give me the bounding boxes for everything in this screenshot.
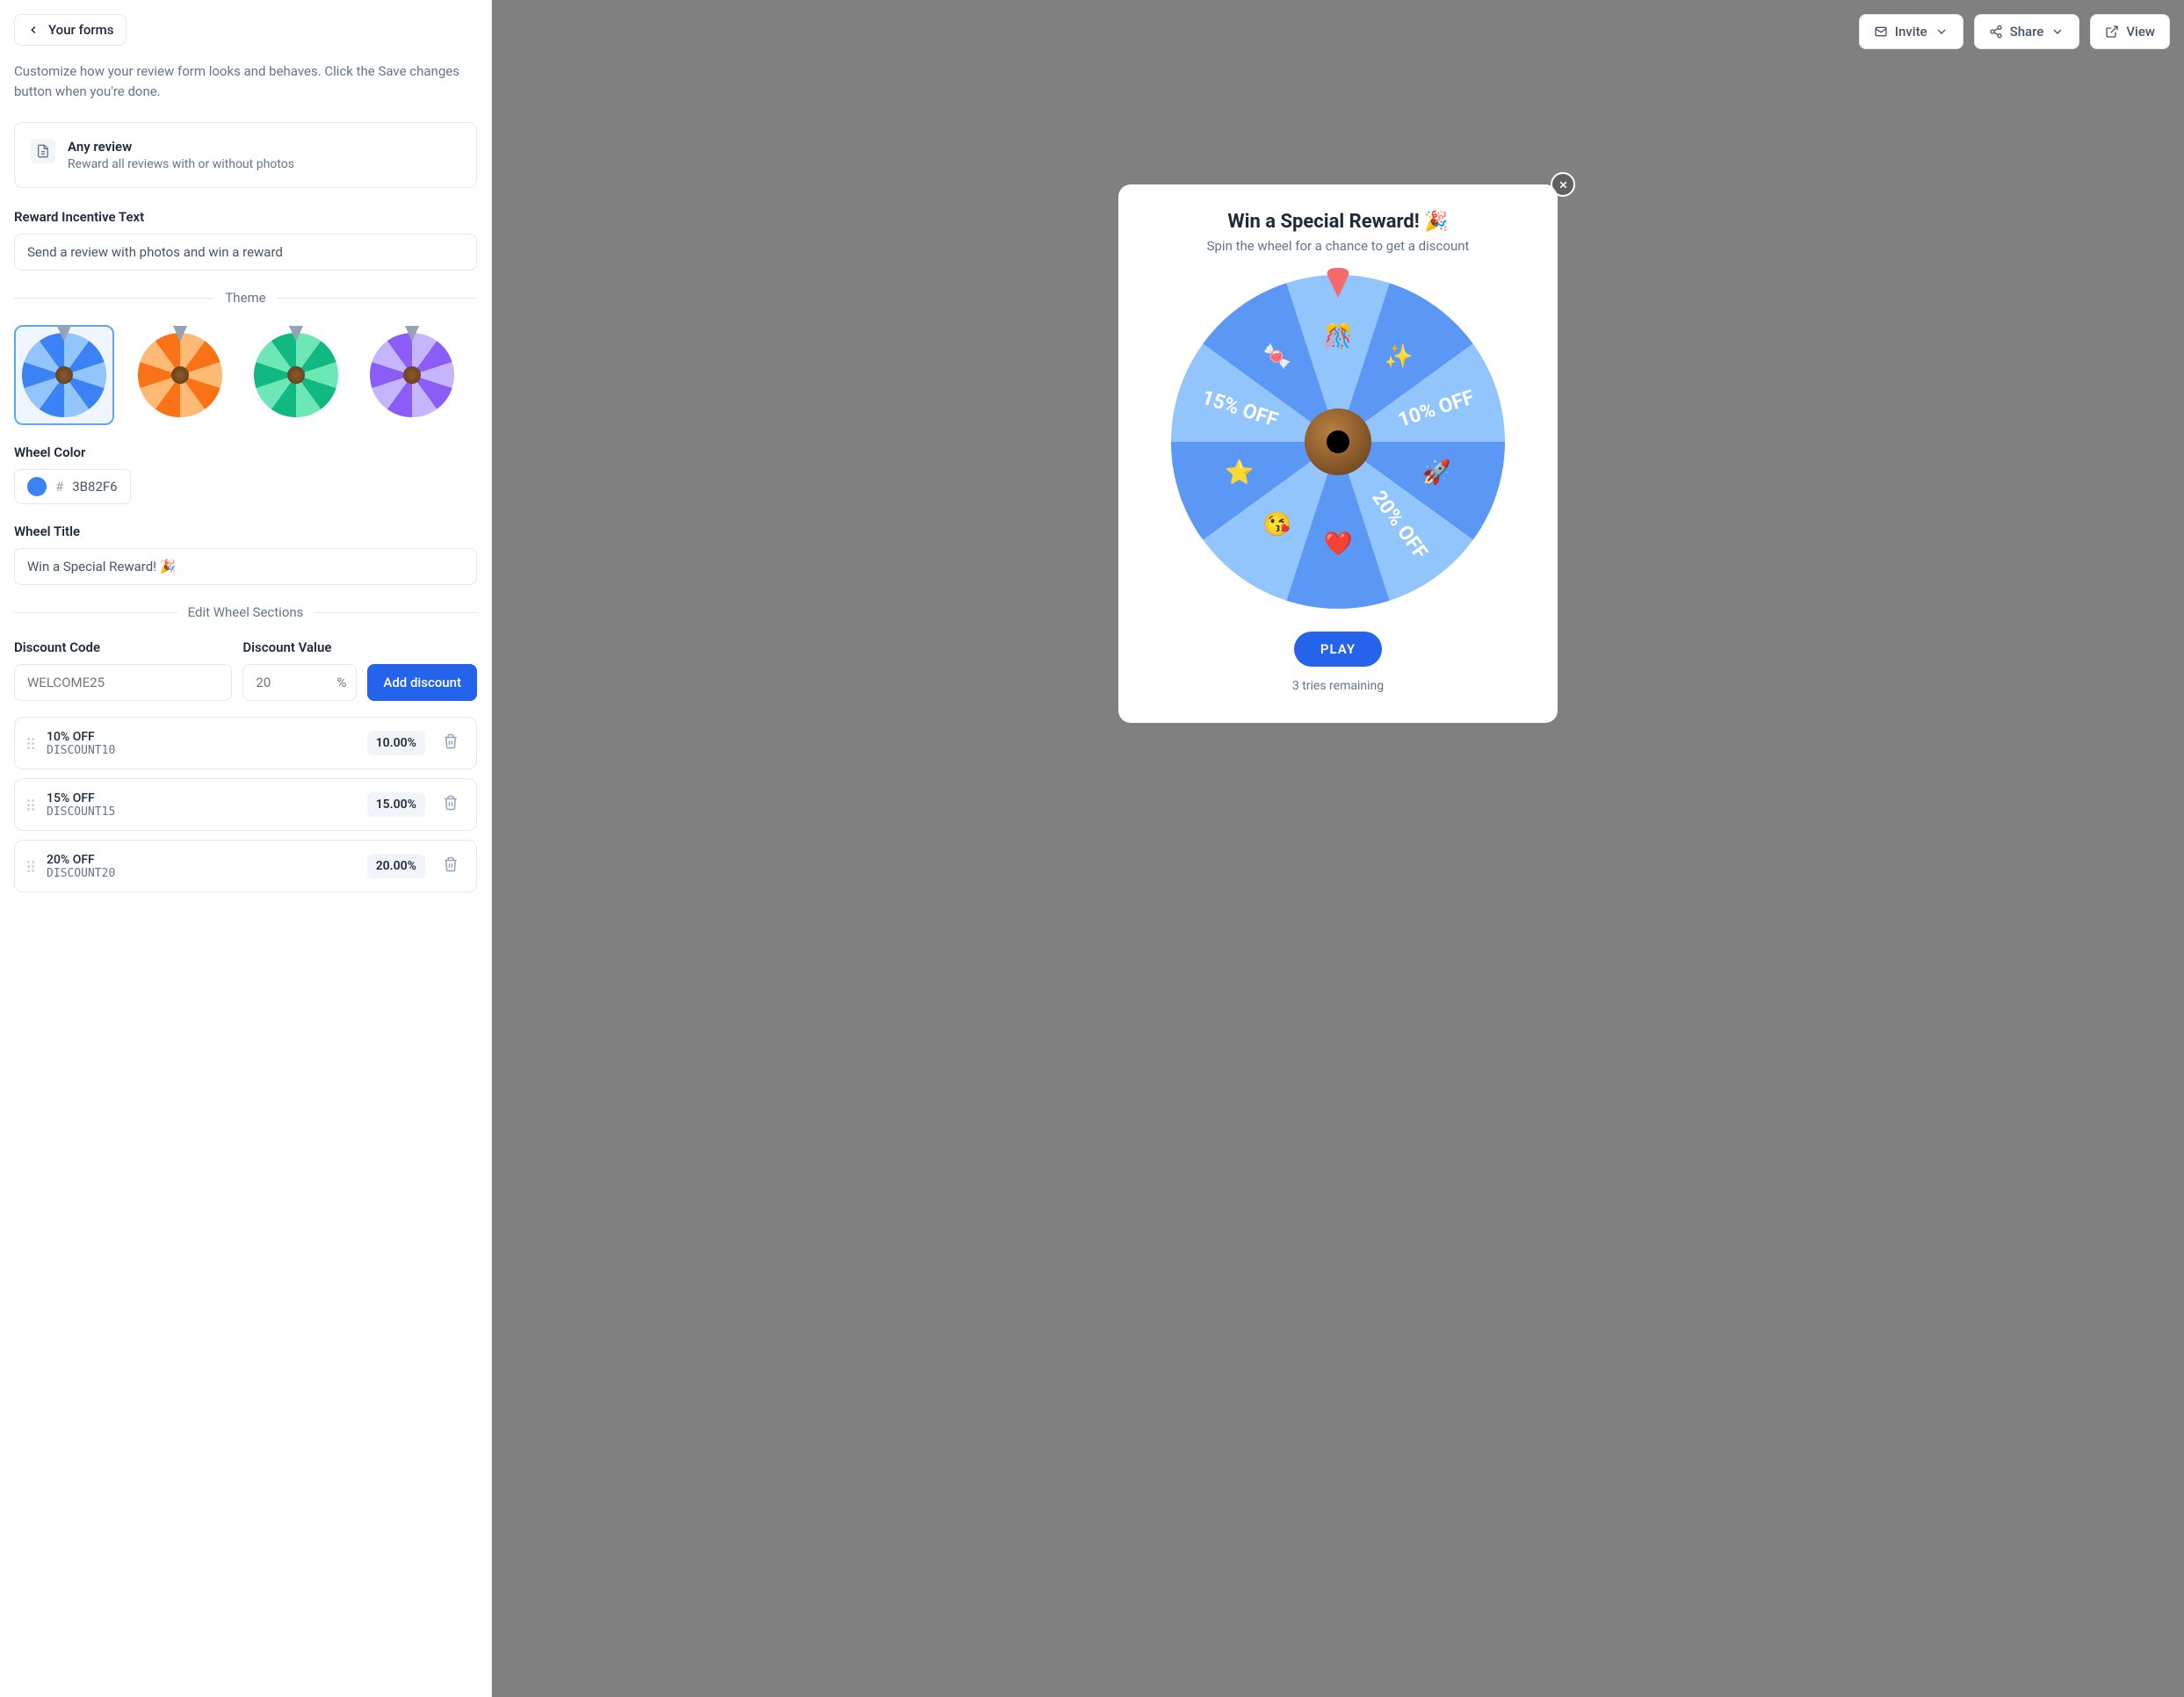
share-icon [1989,25,2003,39]
discount-name: 15% OFF [47,791,355,805]
discount-value-badge: 15.00% [367,792,425,817]
discount-code: DISCOUNT15 [47,805,355,819]
incentive-label: Reward Incentive Text [14,209,477,225]
tries-remaining: 3 tries remaining [1145,679,1531,693]
discount-item: 20% OFF DISCOUNT20 20.00% [14,840,477,892]
back-label: Your forms [48,22,113,38]
wheel-preview-card: Win a Special Reward! 🎉 Spin the wheel f… [1118,184,1558,723]
preview-subtitle: Spin the wheel for a chance to get a dis… [1145,238,1531,254]
percent-symbol: % [336,675,346,690]
close-preview-button[interactable] [1551,172,1575,197]
invite-button[interactable]: Invite [1859,14,1963,49]
discount-code: DISCOUNT20 [47,867,355,880]
preview-panel: Invite Share View Win a Special Reward! … [492,0,2184,1697]
drag-handle-icon[interactable] [27,861,34,872]
drag-handle-icon[interactable] [27,799,34,811]
add-discount-button[interactable]: Add discount [367,664,477,701]
theme-option-blue[interactable] [14,325,114,425]
svg-text:🎊: 🎊 [1323,322,1352,350]
wheel-title-label: Wheel Title [14,524,477,539]
delete-discount-button[interactable] [438,728,464,758]
svg-text:❤️: ❤️ [1323,531,1353,558]
chevron-down-icon [1935,25,1949,39]
chevron-down-icon [2050,25,2065,39]
drag-handle-icon[interactable] [27,738,34,749]
discount-code: DISCOUNT10 [47,744,355,757]
trash-icon [443,733,459,749]
play-button[interactable]: PLAY [1294,632,1382,667]
view-button[interactable]: View [2090,14,2170,49]
discount-name: 10% OFF [47,730,355,744]
color-swatch [27,477,47,496]
discount-value-badge: 20.00% [367,854,425,878]
wheel-color-label: Wheel Color [14,444,477,460]
panel-description: Customize how your review form looks and… [14,61,477,101]
discount-item: 15% OFF DISCOUNT15 15.00% [14,778,477,831]
discount-item: 10% OFF DISCOUNT10 10.00% [14,717,477,769]
theme-options [14,325,477,425]
prize-wheel: 🎊✨10% OFF🚀20% OFF❤️😘⭐15% OFF🍬 [1171,275,1505,609]
trash-icon [443,795,459,811]
discount-value-label: Discount Value [242,639,357,655]
theme-option-green[interactable] [246,325,346,425]
svg-text:🍬: 🍬 [1262,343,1291,371]
wheel-color-input[interactable]: # 3B82F6 [14,469,131,504]
delete-discount-button[interactable] [438,851,464,881]
trash-icon [443,856,459,872]
svg-text:😘: 😘 [1262,510,1291,538]
wheel-pointer-icon [1326,268,1350,301]
share-button[interactable]: Share [1974,14,2080,49]
svg-text:🚀: 🚀 [1421,458,1450,486]
discount-list: 10% OFF DISCOUNT10 10.00% 15% OFF DISCOU… [14,717,477,892]
document-icon [31,139,55,163]
sections-divider: Edit Wheel Sections [14,604,477,620]
review-type-card[interactable]: Any review Reward all reviews with or wi… [14,122,477,188]
theme-option-orange[interactable] [130,325,230,425]
discount-name: 20% OFF [47,853,355,867]
review-type-title: Any review [68,139,294,155]
review-type-subtitle: Reward all reviews with or without photo… [68,157,294,171]
close-icon [1558,179,1569,191]
incentive-input[interactable] [14,234,477,271]
theme-divider: Theme [14,290,477,306]
discount-code-label: Discount Code [14,639,232,655]
preview-title: Win a Special Reward! 🎉 [1145,211,1531,233]
external-link-icon [2105,25,2119,39]
discount-code-input[interactable] [14,664,232,701]
back-button[interactable]: Your forms [14,14,127,46]
delete-discount-button[interactable] [438,790,464,820]
theme-option-purple[interactable] [362,325,462,425]
discount-value-badge: 10.00% [367,731,425,755]
svg-text:⭐: ⭐ [1225,458,1254,486]
wheel-hub [1305,408,1371,475]
wheel-title-input[interactable] [14,548,477,585]
chevron-left-icon [27,24,40,36]
hash-symbol: # [55,479,63,495]
settings-panel: Your forms Customize how your review for… [0,0,492,1697]
svg-text:✨: ✨ [1385,343,1414,371]
mail-icon [1874,25,1888,39]
color-hex-value: 3B82F6 [72,479,117,495]
